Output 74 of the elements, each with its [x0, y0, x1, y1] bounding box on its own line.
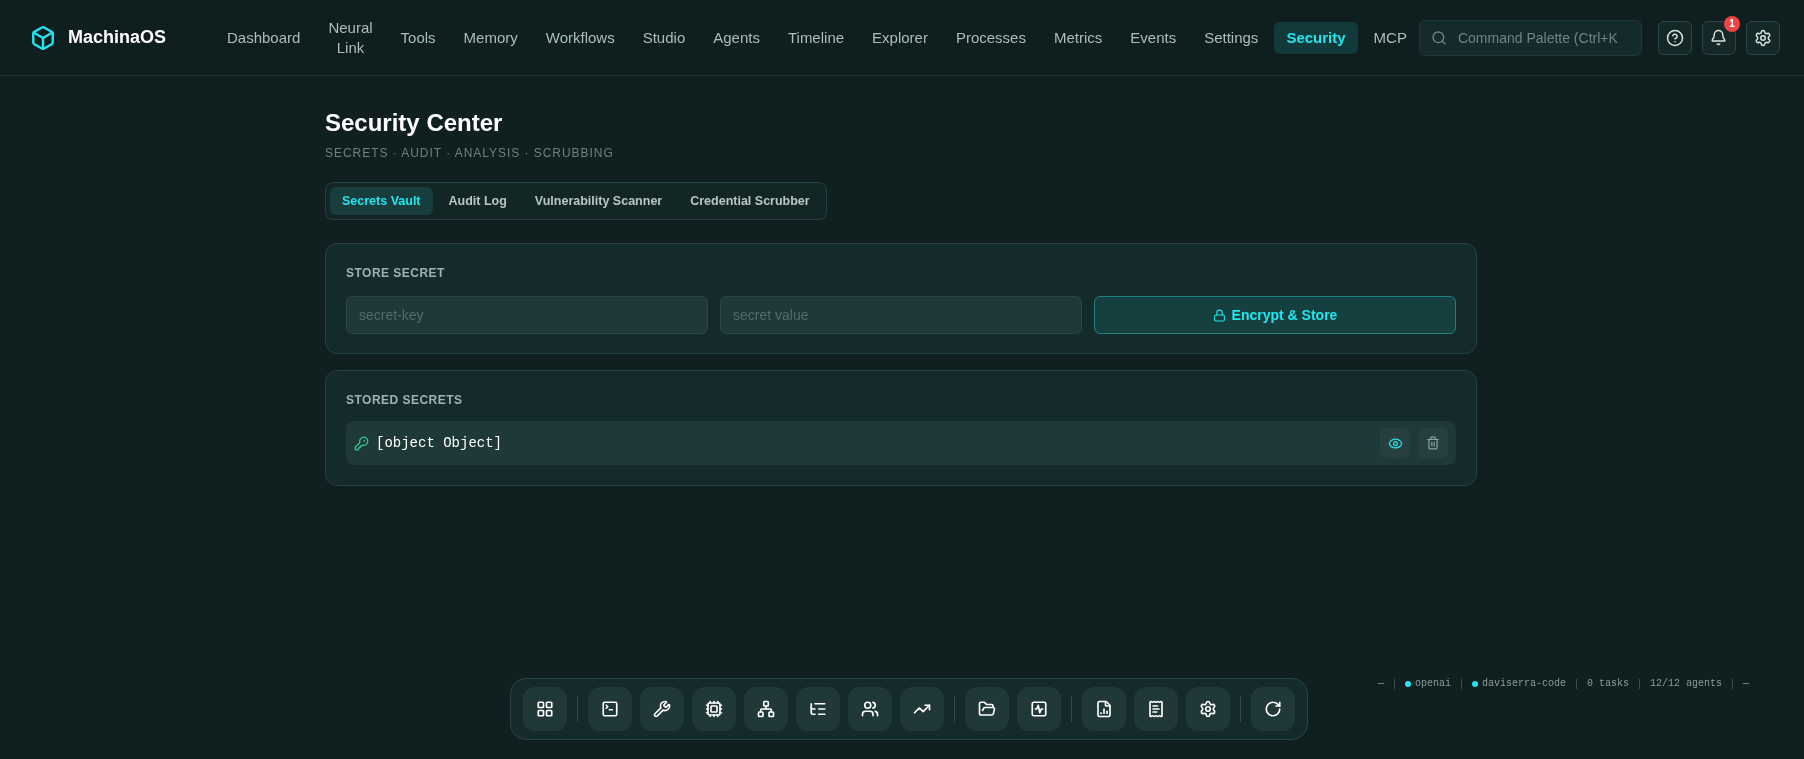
nav-tab[interactable]: Explorer — [860, 21, 940, 54]
eye-icon — [1387, 435, 1403, 451]
status-text: 12/12 agents — [1649, 677, 1722, 691]
nav-tab[interactable]: Timeline — [775, 21, 857, 54]
nav-tab[interactable]: Neural Link — [316, 11, 385, 64]
grid-icon — [536, 700, 554, 718]
trend-line-dock-button[interactable] — [900, 687, 944, 731]
receipt-icon — [1147, 700, 1165, 718]
nav-tab[interactable]: Agents — [701, 21, 772, 54]
section-tab[interactable]: Secrets Vault — [330, 187, 433, 215]
wrench-icon — [653, 700, 671, 718]
settings-icon — [1753, 28, 1772, 47]
nav-tab[interactable]: Settings — [1192, 21, 1271, 54]
status-text: — — [1743, 677, 1749, 691]
lock-icon — [1212, 308, 1226, 322]
search-icon — [1430, 29, 1447, 46]
delete-button[interactable] — [1418, 428, 1448, 458]
nav-tab[interactable]: Events — [1118, 21, 1189, 54]
terminal-icon — [601, 700, 619, 718]
page-title: Security Center — [325, 108, 504, 138]
status-text: daviserra-code — [1481, 677, 1566, 691]
brand-name: MachinaOS — [68, 26, 167, 49]
nav-tab[interactable]: Tools — [388, 21, 448, 54]
settings-icon — [1199, 700, 1217, 718]
status-text: 0 tasks — [1586, 677, 1629, 691]
tree-icon — [809, 700, 827, 718]
nav-tab[interactable]: Workflows — [533, 21, 627, 54]
page-subtitle: SECRETS · AUDIT · ANALYSIS · SCRUBBING — [325, 145, 615, 162]
key-icon — [354, 435, 369, 451]
command-palette-field[interactable]: Command Palette (Ctrl+K — [1418, 19, 1642, 56]
section-tab[interactable]: Credential Scrubber — [678, 187, 822, 215]
section-tab[interactable]: Vulnerability Scanner — [522, 187, 675, 215]
reveal-button[interactable] — [1380, 428, 1410, 458]
bell-icon — [1710, 29, 1728, 46]
cube-logo-icon — [30, 24, 56, 51]
grid-dock-button[interactable] — [523, 687, 567, 731]
encrypt-store-button[interactable]: Encrypt & Store — [1094, 296, 1456, 334]
report-dock-button[interactable] — [1082, 687, 1126, 731]
card-heading: STORE SECRET — [346, 265, 446, 282]
trash-icon — [1426, 436, 1440, 450]
secret-name: [object Object] — [376, 433, 503, 453]
status-text: — — [1377, 677, 1384, 691]
nav-tab[interactable]: Metrics — [1041, 21, 1115, 54]
hierarchy-icon — [757, 700, 775, 718]
pulse-dock-button[interactable] — [1017, 687, 1061, 731]
pulse-icon — [1030, 700, 1048, 718]
terminal-dock-button[interactable] — [588, 687, 632, 731]
receipt-dock-button[interactable] — [1134, 687, 1178, 731]
nav-tab[interactable]: Processes — [943, 21, 1038, 54]
folder-icon — [978, 700, 996, 718]
folder-dock-button[interactable] — [965, 687, 1009, 731]
chip-icon — [705, 700, 723, 718]
nav-tab[interactable]: Memory — [451, 21, 530, 54]
refresh-icon — [1264, 700, 1282, 718]
notification-count: 1 — [1723, 15, 1740, 32]
tree-dock-button[interactable] — [796, 687, 840, 731]
help-icon — [1665, 28, 1684, 47]
nav-tab[interactable]: Security — [1274, 21, 1358, 54]
users-dock-button[interactable] — [848, 687, 892, 731]
settings-dock-button[interactable] — [1186, 687, 1230, 731]
card-heading: STORED SECRETS — [346, 392, 464, 409]
status-text: openai — [1414, 677, 1451, 691]
section-tab[interactable]: Audit Log — [436, 187, 519, 215]
nav-tab[interactable]: MCP — [1361, 21, 1419, 54]
chip-dock-button[interactable] — [692, 687, 736, 731]
report-icon — [1095, 700, 1113, 718]
help-button[interactable] — [1657, 20, 1692, 55]
users-icon — [861, 700, 879, 718]
nav-tab[interactable]: Studio — [630, 21, 698, 54]
hierarchy-dock-button[interactable] — [744, 687, 788, 731]
wrench-dock-button[interactable] — [640, 687, 684, 731]
refresh-dock-button[interactable] — [1251, 687, 1295, 731]
nav-tab[interactable]: Dashboard — [215, 21, 313, 54]
settings-button[interactable] — [1745, 20, 1780, 55]
